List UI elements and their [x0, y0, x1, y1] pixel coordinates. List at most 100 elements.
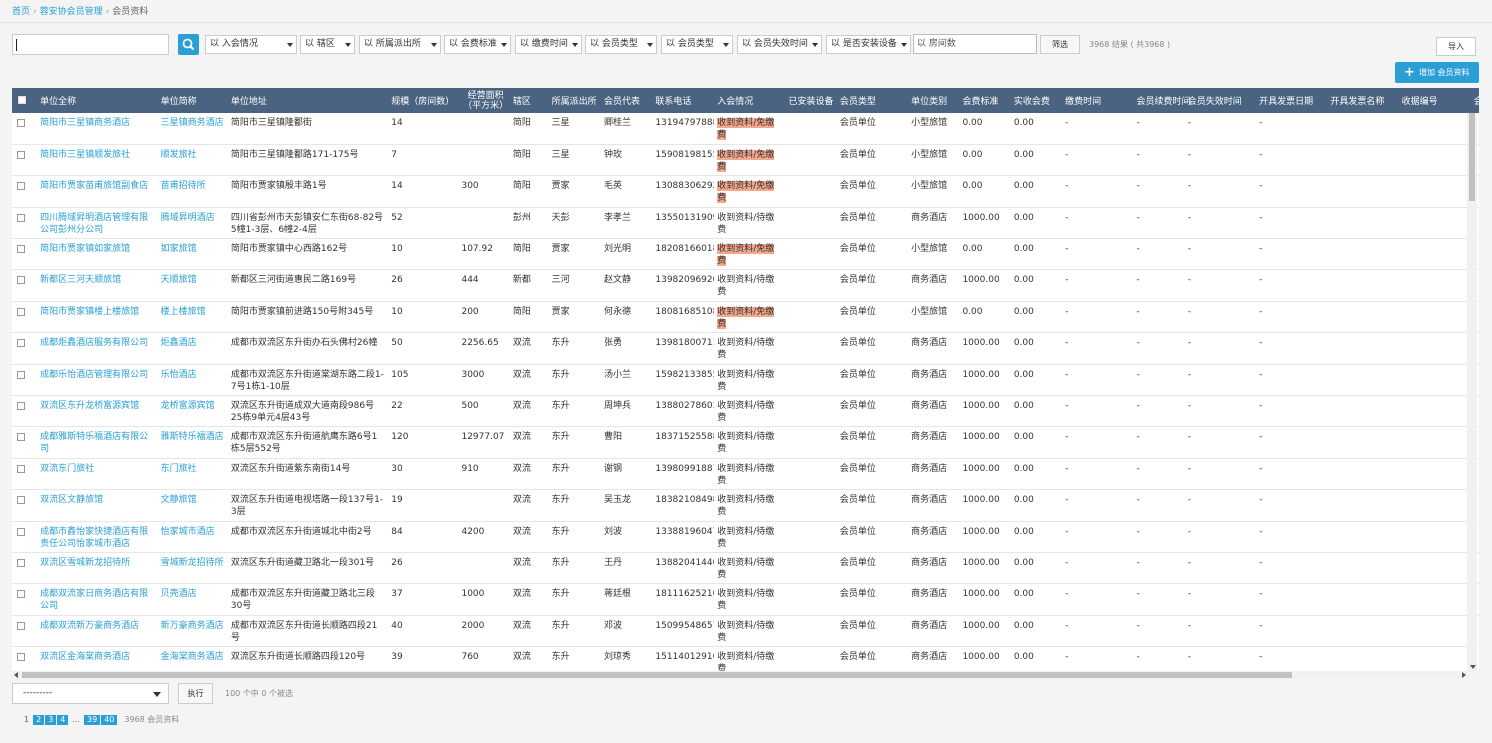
- table-row[interactable]: 成都雅斯特乐福酒店有限公司 雅斯特乐福酒店 成都市双流区东升街道航鹰东路6号1栋5层…: [12, 427, 1479, 459]
- row-checkbox[interactable]: [17, 590, 25, 599]
- column-header[interactable]: 辖区: [510, 88, 549, 113]
- filter-fee-standard[interactable]: 以 会费标准: [444, 35, 511, 54]
- unit-name-link[interactable]: 双流区东升龙桥富源宾馆: [37, 396, 158, 427]
- unit-short-name-link[interactable]: 雅斯特乐福酒店: [158, 427, 228, 458]
- select-all-checkbox-cell[interactable]: [12, 88, 37, 113]
- unit-name-link[interactable]: 双流区雪城新龙招待所: [37, 552, 158, 583]
- row-checkbox[interactable]: [17, 339, 25, 348]
- unit-short-name-link[interactable]: 天顺旅馆: [158, 270, 228, 301]
- horizontal-scrollbar[interactable]: [12, 671, 1468, 679]
- filter-membership-status[interactable]: 以 入会情况: [205, 35, 297, 54]
- column-header[interactable]: 所属派出所: [549, 88, 601, 113]
- table-row[interactable]: 成都双流新万豪商务酒店 新万豪商务酒店 成都市双流区东升街道长顺路四段21号 40 20…: [12, 615, 1479, 647]
- filter-button[interactable]: 筛选: [1040, 35, 1080, 54]
- row-checkbox[interactable]: [17, 245, 25, 254]
- row-checkbox[interactable]: [17, 213, 25, 222]
- execute-button[interactable]: 执行: [178, 683, 213, 704]
- column-header[interactable]: 缴费时间: [1062, 88, 1133, 113]
- breadcrumb-section-link[interactable]: 蓉安协会员管理: [40, 7, 103, 17]
- column-header[interactable]: 开具发票名称: [1327, 88, 1398, 113]
- column-header[interactable]: 实收会费: [1011, 88, 1062, 113]
- column-header[interactable]: 会: [1471, 88, 1479, 113]
- table-row[interactable]: 简阳市贾家镇如家旅馆 如家旅馆 简阳市贾家镇中心西路162号 10 107.92 简阳 贾家…: [12, 239, 1479, 270]
- unit-short-name-link[interactable]: 贝壳酒店: [158, 584, 228, 615]
- row-checkbox-cell[interactable]: [12, 176, 37, 207]
- unit-name-link[interactable]: 成都市鑫怡家快捷酒店有限责任公司怡家城市酒店: [37, 521, 158, 552]
- column-header[interactable]: 会员类型: [837, 88, 908, 113]
- room-count-input[interactable]: 以 房间数: [913, 34, 1037, 54]
- column-header[interactable]: 收据编号: [1399, 88, 1471, 113]
- table-row[interactable]: 新都区三河天顺旅馆 天顺旅馆 新都区三河街道惠民二路169号 26 444 新都 三河 赵文静…: [12, 270, 1479, 302]
- vertical-scrollbar[interactable]: [1467, 113, 1477, 671]
- row-checkbox-cell[interactable]: [12, 521, 37, 552]
- scrollbar-thumb[interactable]: [1469, 113, 1475, 201]
- table-row[interactable]: 双流区文静旅馆 文静旅馆 双流区东升街道电视塔路一段137号1-3层 19 双流 东升 吴玉…: [12, 490, 1479, 522]
- unit-short-name-link[interactable]: 新万豪商务酒店: [158, 615, 228, 646]
- unit-name-link[interactable]: 成都双流新万豪商务酒店: [37, 615, 158, 646]
- import-button[interactable]: 导入: [1436, 37, 1476, 56]
- row-checkbox-cell[interactable]: [12, 490, 37, 521]
- unit-short-name-link[interactable]: 雪城新龙招待所: [158, 552, 228, 583]
- page-link[interactable]: 2: [33, 715, 45, 725]
- page-link[interactable]: 39: [84, 715, 101, 725]
- table-row[interactable]: 简阳市贾家镇楼上楼旅馆 楼上楼旅馆 简阳市贾家镇前进路150号附345号 10 200 简…: [12, 301, 1479, 333]
- column-header[interactable]: 开具发票日期: [1256, 88, 1327, 113]
- row-checkbox[interactable]: [17, 402, 25, 411]
- row-checkbox[interactable]: [17, 621, 25, 630]
- filter-district[interactable]: 以 辖区: [300, 35, 355, 54]
- unit-name-link[interactable]: 成都双流家日商务酒店有限公司: [37, 584, 158, 615]
- unit-name-link[interactable]: 简阳市贾家苗甫旅馆副食店: [37, 176, 158, 207]
- column-header[interactable]: 已安装设备: [785, 88, 836, 113]
- row-checkbox-cell[interactable]: [12, 427, 37, 458]
- row-checkbox[interactable]: [17, 370, 25, 379]
- row-checkbox[interactable]: [17, 433, 25, 442]
- table-row[interactable]: 成都乐怡酒店管理有限公司 乐怡酒店 成都市双流区东升街道棠湖东路二段1-7号1栋1-…: [12, 364, 1479, 396]
- row-checkbox[interactable]: [17, 464, 25, 473]
- add-member-button[interactable]: + 增加 会员资料: [1395, 62, 1479, 83]
- table-row[interactable]: 成都炬鑫酒店服务有限公司 炬鑫酒店 成都市双流区东升街办石头佛村26幢 50 2256.…: [12, 333, 1479, 365]
- row-checkbox[interactable]: [17, 558, 25, 567]
- unit-name-link[interactable]: 四川腾域昇明酒店管理有限公司彭州分公司: [37, 207, 158, 238]
- row-checkbox-cell[interactable]: [12, 207, 37, 238]
- unit-name-link[interactable]: 成都乐怡酒店管理有限公司: [37, 364, 158, 395]
- unit-name-link[interactable]: 双流东门旅社: [37, 458, 158, 489]
- unit-short-name-link[interactable]: 苗甫招待所: [158, 176, 228, 207]
- row-checkbox[interactable]: [17, 653, 25, 662]
- row-checkbox-cell[interactable]: [12, 270, 37, 301]
- row-checkbox[interactable]: [17, 119, 25, 127]
- unit-short-name-link[interactable]: 乐怡酒店: [158, 364, 228, 395]
- unit-name-link[interactable]: 成都雅斯特乐福酒店有限公司: [37, 427, 158, 458]
- table-row[interactable]: 双流区东升龙桥富源宾馆 龙桥富源宾馆 双流区东升街道成双大道南段986号25栋9单元…: [12, 396, 1479, 427]
- table-row[interactable]: 成都双流家日商务酒店有限公司 贝壳酒店 成都市双流区东升街道藏卫路北三段30号 37 1…: [12, 584, 1479, 616]
- page-link[interactable]: 4: [57, 715, 69, 725]
- row-checkbox-cell[interactable]: [12, 615, 37, 646]
- filter-member-type-2[interactable]: 以 会员类型: [661, 35, 733, 54]
- unit-name-link[interactable]: 简阳市三星镇顺发旅社: [37, 144, 158, 175]
- table-row[interactable]: 双流东门旅社 东门旅社 双流区东升街道紫东南街14号 30 910 双流 东升 谢钢 13980…: [12, 458, 1479, 490]
- unit-short-name-link[interactable]: 三星镇商务酒店: [158, 113, 228, 144]
- unit-short-name-link[interactable]: 如家旅馆: [158, 239, 228, 270]
- row-checkbox-cell[interactable]: [12, 458, 37, 489]
- unit-short-name-link[interactable]: 文静旅馆: [158, 490, 228, 521]
- unit-short-name-link[interactable]: 东门旅社: [158, 458, 228, 489]
- scroll-down-arrow-icon[interactable]: [1470, 665, 1476, 669]
- row-checkbox[interactable]: [17, 307, 25, 316]
- row-checkbox[interactable]: [17, 150, 25, 159]
- column-header[interactable]: 经营面积（平方米）: [458, 88, 509, 113]
- column-header[interactable]: 单位类别: [908, 88, 959, 113]
- row-checkbox-cell[interactable]: [12, 364, 37, 395]
- column-header[interactable]: 会员代表: [601, 88, 652, 113]
- unit-short-name-link[interactable]: 顺发旅社: [158, 144, 228, 175]
- row-checkbox-cell[interactable]: [12, 396, 37, 427]
- row-checkbox-cell[interactable]: [12, 584, 37, 615]
- table-row[interactable]: 简阳市贾家苗甫旅馆副食店 苗甫招待所 简阳市贾家镇殷丰路1号 14 300 简阳 贾家 毛英 1…: [12, 176, 1479, 208]
- column-header[interactable]: 会员失效时间: [1185, 88, 1256, 113]
- filter-expiry-time[interactable]: 以 会员失效时间: [737, 35, 822, 54]
- column-header[interactable]: 会员续费时间: [1133, 88, 1190, 113]
- row-checkbox-cell[interactable]: [12, 144, 37, 175]
- row-checkbox-cell[interactable]: [12, 333, 37, 364]
- filter-member-type[interactable]: 以 会员类型: [585, 35, 657, 54]
- unit-name-link[interactable]: 简阳市贾家镇楼上楼旅馆: [37, 301, 158, 332]
- unit-short-name-link[interactable]: 龙桥富源宾馆: [158, 396, 228, 427]
- unit-name-link[interactable]: 简阳市贾家镇如家旅馆: [37, 239, 158, 270]
